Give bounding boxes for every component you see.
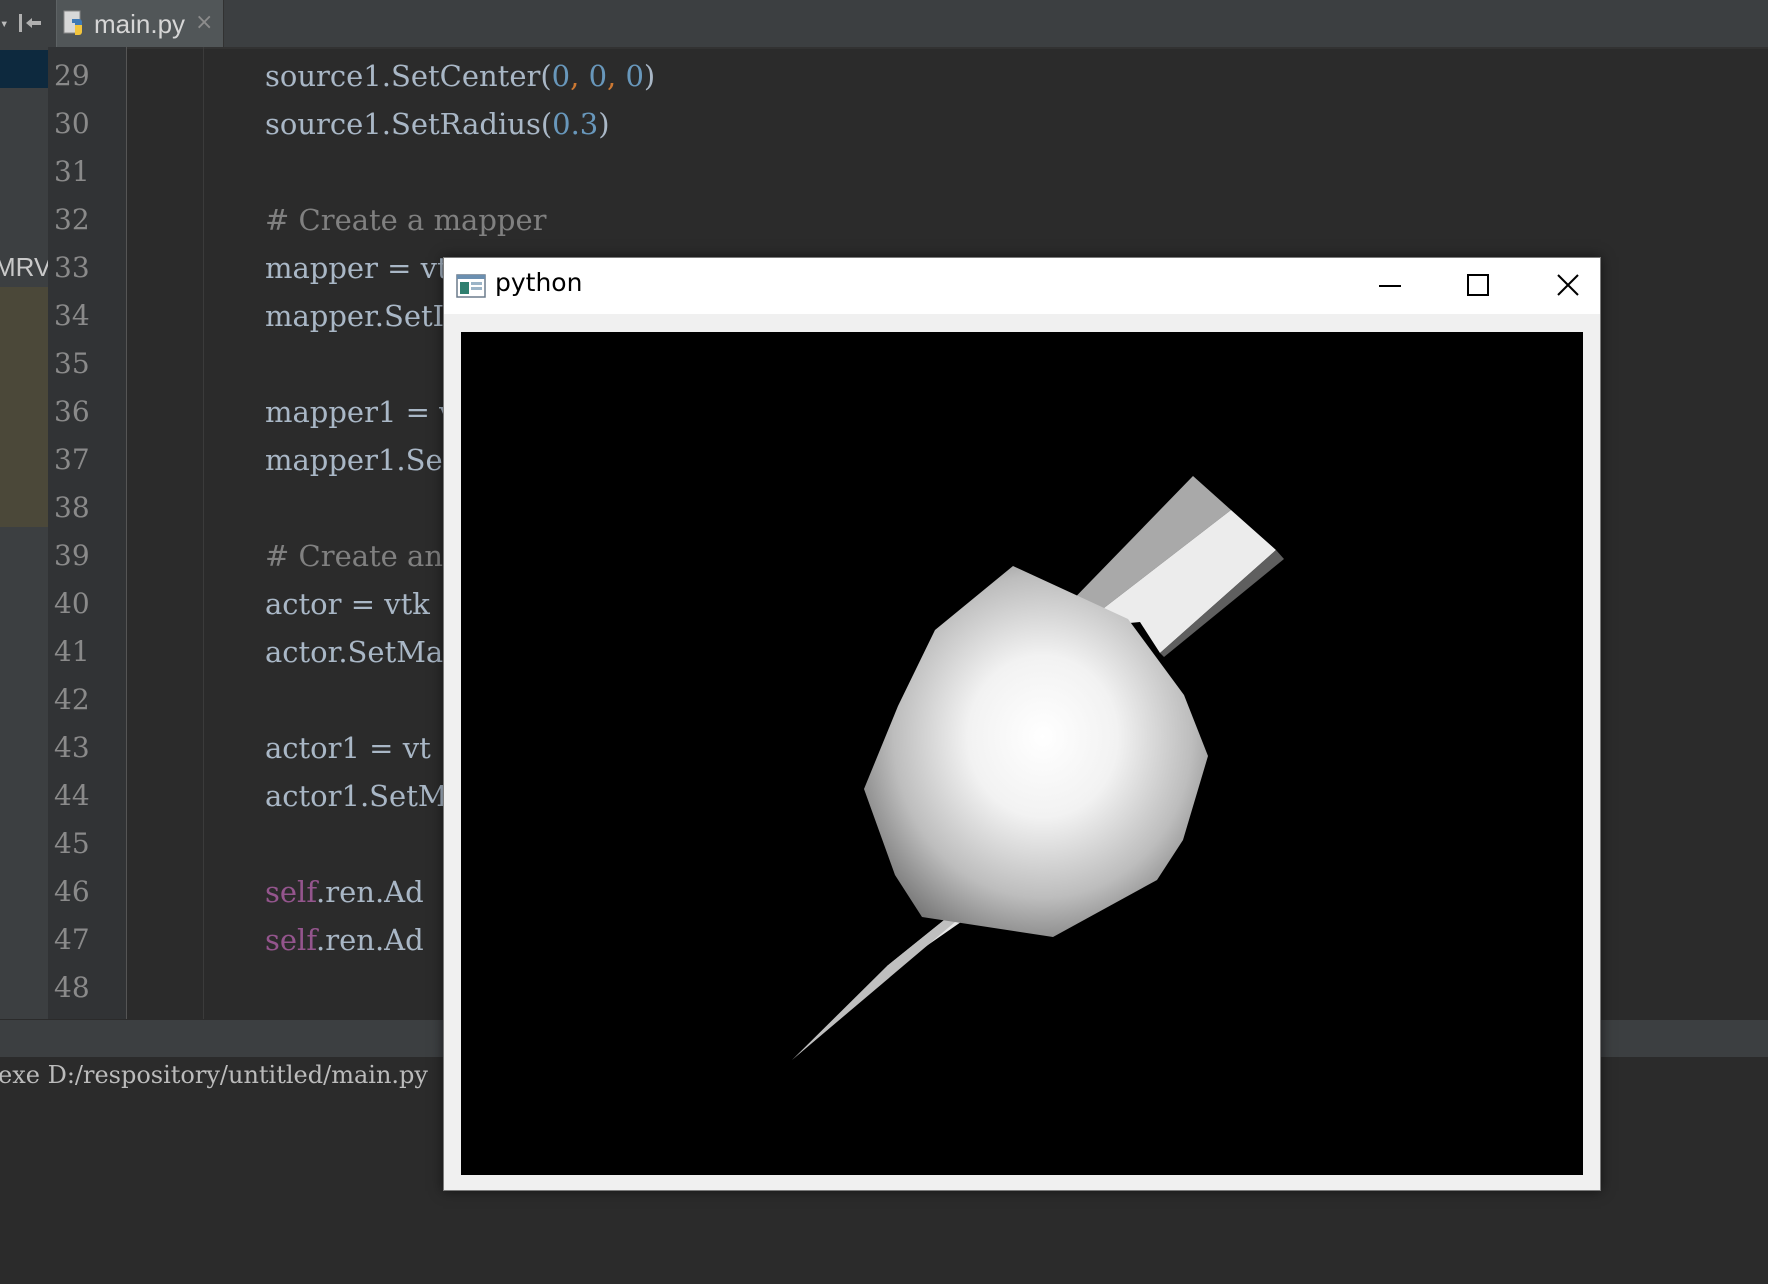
tab-label: main.py (94, 9, 186, 39)
code-token: , (607, 59, 626, 93)
python-window-title: python (495, 268, 583, 297)
editor-tab-bar: ▾ main.py × (0, 0, 1768, 49)
code-token: mapper.SetI (265, 299, 445, 333)
maximize-button[interactable] (1432, 258, 1522, 314)
code-token: source1.SetRadius( (265, 107, 553, 141)
python-file-icon (63, 10, 82, 35)
code-token: ) (598, 107, 610, 141)
collapse-panel-icon[interactable] (16, 10, 44, 36)
project-selected-row[interactable] (0, 50, 48, 88)
code-line[interactable]: actor.SetMa (265, 628, 443, 676)
line-number: 48 (54, 971, 90, 1004)
code-token: mapper = vt (265, 251, 449, 285)
code-token: mapper1 = v (265, 395, 456, 429)
run-command-line: exe D:/respository/untitled/main.py (0, 1061, 428, 1089)
code-line[interactable]: source1.SetRadius(0.3) (265, 100, 610, 148)
code-token: , (570, 59, 589, 93)
code-token: actor = vtk (265, 587, 430, 621)
python-window-titlebar[interactable]: python (444, 258, 1600, 314)
code-token: 0 (625, 59, 644, 93)
app-window-icon (456, 274, 486, 298)
code-line[interactable]: # Create a mapper (265, 196, 547, 244)
code-line[interactable]: actor1.SetM (265, 772, 448, 820)
code-line[interactable]: mapper.SetI (265, 292, 444, 340)
line-number: 33 (54, 251, 90, 284)
code-token: # Create a mapper (265, 203, 547, 237)
close-icon (1557, 274, 1579, 296)
code-token: source1.SetCenter( (265, 59, 552, 93)
python-window[interactable]: python (443, 257, 1601, 1191)
line-number: 39 (54, 539, 90, 572)
code-token: actor.SetMa (265, 635, 444, 669)
code-token: actor1.SetM (265, 779, 448, 813)
line-number: 31 (54, 155, 90, 188)
code-token: 0.3 (552, 107, 599, 141)
code-line[interactable]: source1.SetCenter(0, 0, 0) (265, 52, 655, 100)
code-line[interactable]: mapper1 = v (265, 388, 456, 436)
code-line[interactable]: actor = vtk (265, 580, 430, 628)
code-token: 0 (551, 59, 571, 93)
line-number: 41 (54, 635, 90, 668)
line-number: 42 (54, 683, 90, 716)
code-line[interactable]: actor1 = vt (265, 724, 431, 772)
project-highlight (0, 287, 48, 527)
minimize-button[interactable] (1342, 258, 1432, 314)
line-number: 43 (54, 731, 90, 764)
code-line[interactable]: mapper1.Set (265, 436, 454, 484)
tab-close-icon[interactable]: × (195, 10, 213, 35)
code-token: .ren.Ad (316, 923, 424, 957)
line-number: 46 (54, 875, 90, 908)
code-token: # Create an (265, 539, 444, 573)
line-number: 40 (54, 587, 90, 620)
code-token: self (265, 923, 317, 957)
line-number: 35 (54, 347, 90, 380)
code-line[interactable]: # Create an (265, 532, 443, 580)
line-number: 36 (54, 395, 90, 428)
code-token: 0 (588, 59, 608, 93)
project-panel: MRVi (0, 47, 48, 1019)
indent-guide (203, 47, 204, 1019)
line-number: 32 (54, 203, 90, 236)
line-number: 45 (54, 827, 90, 860)
line-number: 38 (54, 491, 90, 524)
code-token: mapper1.Set (265, 443, 455, 477)
minimize-icon (1379, 285, 1401, 287)
line-number: 37 (54, 443, 90, 476)
code-token: ) (643, 59, 656, 93)
line-number: 30 (54, 107, 90, 140)
maximize-icon (1467, 274, 1489, 296)
code-line[interactable]: self.ren.Ad (265, 868, 424, 916)
project-item-label[interactable]: MRVi (0, 252, 48, 283)
code-token: self (265, 875, 317, 909)
code-token: actor1 = vt (265, 731, 431, 765)
code-line[interactable]: mapper = vt (265, 244, 449, 292)
code-token: .ren.Ad (316, 875, 424, 909)
line-number: 34 (54, 299, 90, 332)
dropdown-arrow-icon[interactable]: ▾ (0, 16, 8, 32)
line-number: 29 (54, 59, 90, 92)
code-line[interactable]: self.ren.Ad (265, 916, 424, 964)
line-number: 47 (54, 923, 90, 956)
close-button[interactable] (1522, 258, 1612, 314)
line-number: 44 (54, 779, 90, 812)
vtk-render-view[interactable] (461, 332, 1583, 1175)
tab-main-py[interactable]: main.py × (56, 0, 224, 47)
line-number-gutter: 29 30 31 32 33 34 35 36 37 38 39 40 41 42 43 44 45 46 47 48 (48, 47, 127, 1019)
